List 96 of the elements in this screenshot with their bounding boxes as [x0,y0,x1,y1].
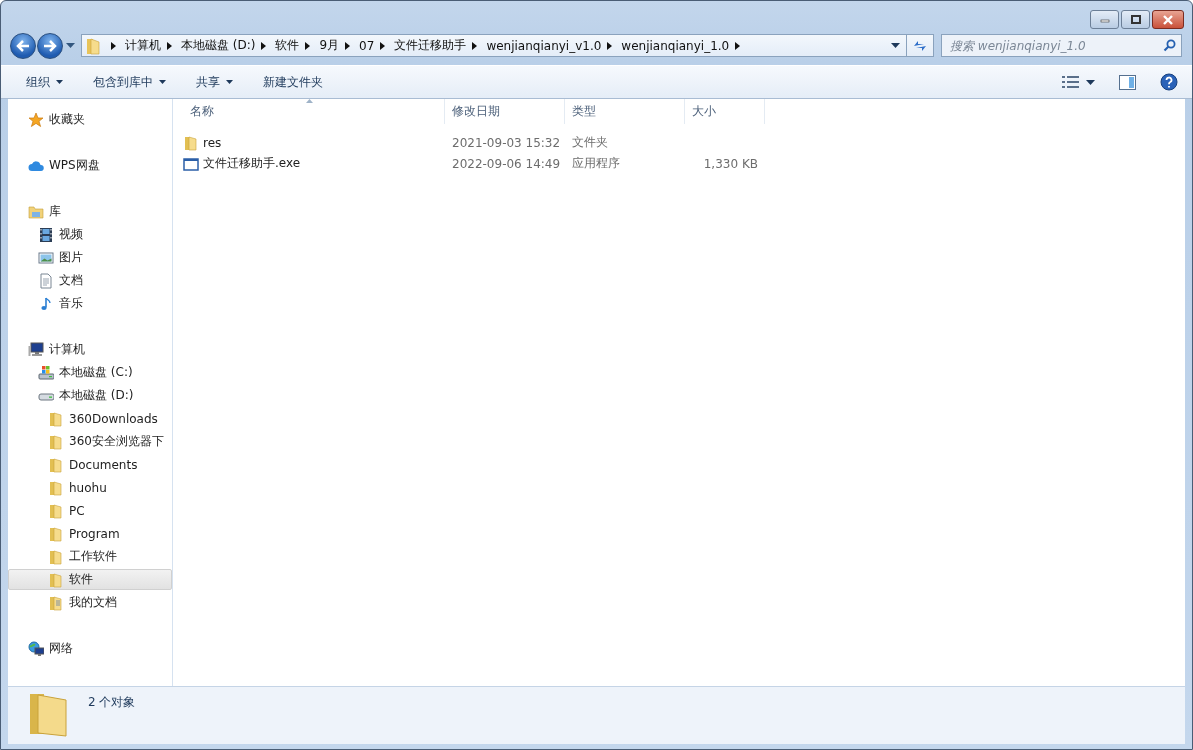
nav-item[interactable]: 图片 [8,247,172,268]
folder-icon [183,134,199,151]
modified-date: 2022-09-06 14:49 [452,156,561,171]
maximize-icon [1128,14,1143,25]
nav-item[interactable]: 网络 [8,638,172,659]
preview-pane-icon[interactable] [1119,74,1136,90]
toolbar-button[interactable]: 共享 [188,69,241,95]
caret-icon [56,80,63,84]
document-icon [38,272,54,289]
breadcrumb-item[interactable]: 9月 [319,37,340,54]
library-icon [28,203,44,220]
nav-item[interactable]: PC [8,500,172,521]
file-size: 1,330 KB [703,156,758,171]
toolbar-button[interactable]: 组织 [18,69,71,95]
nav-item[interactable]: 本地磁盘 (C:) [8,362,172,383]
search-icon [1163,39,1176,52]
help-icon[interactable] [1160,73,1178,91]
chevron-icon[interactable] [111,41,116,50]
nav-item[interactable]: 软件 [8,569,172,590]
breadcrumb-item[interactable]: wenjianqianyi_v1.0 [486,38,602,53]
breadcrumb-item[interactable]: 本地磁盘 (D:) [181,37,256,54]
nav-item[interactable]: 文档 [8,270,172,291]
toolbar-button[interactable]: 新建文件夹 [255,69,331,95]
sort-arrow-icon [305,99,313,103]
column-header[interactable]: 修改日期 [445,99,565,124]
folder-icon [48,548,64,565]
chevron-icon[interactable] [380,41,386,50]
nav-item[interactable]: WPS网盘 [8,155,172,176]
back-arrow-icon [16,39,30,52]
file-type: 文件夹 [572,135,608,149]
nav-item[interactable]: 收藏夹 [8,109,172,130]
nav-item[interactable]: Program [8,523,172,544]
document-folder-icon [48,594,64,611]
nav-item[interactable]: 360安全浏览器下 [8,431,172,452]
application-window-icon [183,155,199,172]
chevron-icon[interactable] [305,41,311,50]
file-type: 应用程序 [572,156,620,170]
film-icon [38,226,54,243]
column-header[interactable]: 名称 [173,99,445,124]
breadcrumb-item[interactable]: 文件迁移助手 [394,37,467,54]
nav-item[interactable]: huohu [8,477,172,498]
close-button[interactable] [1152,10,1184,29]
chevron-icon[interactable] [472,41,478,50]
nav-item[interactable]: 库 [8,201,172,222]
forward-button[interactable] [37,32,63,59]
file-name[interactable]: 文件迁移助手.exe [203,155,301,172]
folder-icon [48,410,64,427]
chevron-icon[interactable] [167,41,172,50]
nav-item[interactable]: 计算机 [8,339,172,360]
close-icon [1161,14,1175,25]
folder-icon [86,36,100,55]
nav-item[interactable]: 360Downloads [8,408,172,429]
network-globe-icon [28,640,44,657]
caret-icon [226,80,233,84]
folder-icon [48,571,64,588]
folder-icon [48,479,64,496]
maximize-button[interactable] [1121,10,1150,29]
nav-item[interactable]: 我的文档 [8,592,172,613]
system-drive-icon [38,364,54,381]
forward-arrow-icon [43,39,57,52]
chevron-icon[interactable] [735,41,741,50]
chevron-icon[interactable] [607,41,613,50]
address-bar[interactable]: 计算机 本地磁盘 (D:) 软件 9月 07 文件迁移助手 wenjianqianyi_v1.0 wenjianqianyi_1.0 [81,34,907,57]
chevron-icon[interactable] [261,41,267,50]
folder-icon [28,691,68,737]
nav-item[interactable]: 音乐 [8,293,172,314]
folder-icon [48,502,64,519]
picture-icon [38,249,54,266]
view-dropdown-icon[interactable] [1086,79,1095,85]
folder-icon [48,456,64,473]
column-header[interactable]: 类型 [565,99,685,124]
nav-item[interactable]: 工作软件 [8,546,172,567]
breadcrumb-item[interactable]: 07 [359,38,375,53]
breadcrumb-item[interactable]: 计算机 [125,37,161,54]
chevron-icon[interactable] [345,41,351,50]
refresh-button[interactable] [907,34,934,57]
view-options-icon[interactable] [1062,76,1080,88]
computer-icon [28,341,44,358]
star-icon [28,111,44,128]
file-name[interactable]: res [203,135,222,150]
breadcrumb-item[interactable]: 软件 [275,37,300,54]
nav-item[interactable]: 本地磁盘 (D:) [8,385,172,406]
breadcrumb-item[interactable]: wenjianqianyi_1.0 [621,38,730,53]
address-dropdown-icon[interactable] [891,43,900,48]
nav-item[interactable]: 视频 [8,224,172,245]
folder-icon [48,525,64,542]
modified-date: 2021-09-03 15:32 [452,135,561,150]
caret-icon [159,80,166,84]
toolbar-button[interactable]: 包含到库中 [85,69,174,95]
nav-item[interactable]: Documents [8,454,172,475]
folder-icon [48,433,64,450]
search-field[interactable]: 搜索 wenjianqianyi_1.0 [941,34,1182,57]
back-button[interactable] [10,32,36,59]
history-dropdown-icon[interactable] [66,42,75,49]
column-header[interactable]: 大小 [685,99,765,124]
item-count: 2 个对象 [88,694,136,711]
